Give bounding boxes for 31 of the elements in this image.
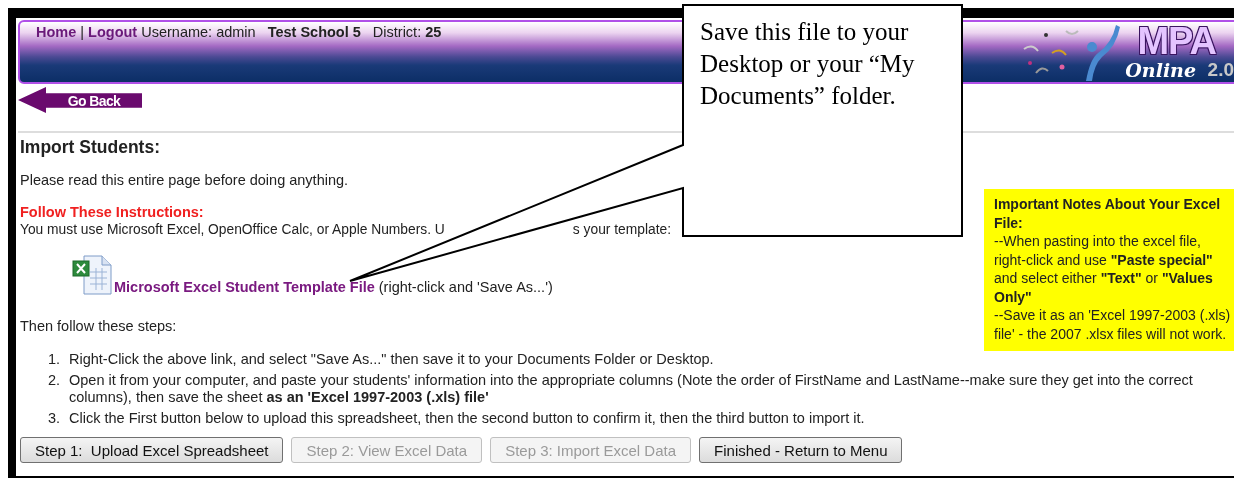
logo-subtitle: Online (1125, 60, 1196, 80)
district-label: District: (372, 24, 422, 40)
header-link[interactable]: Home (36, 24, 77, 40)
steps-intro: Then follow these steps: (20, 318, 177, 334)
step-number: 2. (46, 372, 60, 390)
callout-text: Save this file to your Desktop or your “My Documents” folder. (700, 17, 916, 111)
step-text: Open it from your computer, and paste your students' information into the appropriate columns (Note the order of FirstName and LastName--make sure they get into the correct columns), then save the sheet as an 'Excel 1997-2003 (.xls) file' (69, 372, 1194, 406)
step-number: 1. (46, 351, 60, 368)
template-link[interactable]: Microsoft Excel Student Template File (114, 279, 375, 296)
link-separator: | (80, 24, 85, 40)
logo-version: 2.0 (1207, 60, 1234, 80)
page-title: Import Students: (20, 136, 161, 158)
district-number: 25 (425, 24, 442, 40)
school-name: Test School 5 (267, 24, 361, 40)
spreadsheet-file-icon (72, 254, 114, 296)
username-text: Username: admin (141, 24, 256, 40)
notes-title: Important Notes About Your Excel File: (994, 195, 1222, 232)
step-number: 3. (46, 410, 60, 427)
intro-text: Please read this entire page before doing anything. (20, 172, 350, 189)
go-back-button[interactable]: Go Back (18, 87, 142, 113)
step-text: Click the First button below to upload this spreadsheet, then the second button to confirm it, then the third button to import it. (69, 410, 866, 427)
instructions-text: You must use Microsoft Excel, OpenOffice Calc, or Apple Numbers. U (20, 221, 445, 238)
step-text: Right-Click the above link, and select "Save As..." then save it to your Documents Folder or Desktop. (69, 351, 715, 368)
notes-paragraph: --When pasting into the excel file, right-click and use "Paste special" and select either "Text" or "Values Only" (994, 232, 1214, 306)
template-note: (right-click and 'Save As...') (378, 279, 553, 296)
instructions-text: s your template: (572, 221, 671, 238)
notes-paragraph: --Save it as an 'Excel 1997-2003 (.xls) file' - the 2007 .xlsx files will not work. (994, 306, 1232, 343)
instructions-heading: Follow These Instructions: (20, 204, 204, 220)
step-button[interactable]: Finished - Return to Menu (699, 437, 903, 463)
step-button[interactable]: Step 1: Upload Excel Spreadsheet (20, 437, 284, 463)
header-link[interactable]: Logout (88, 24, 138, 40)
